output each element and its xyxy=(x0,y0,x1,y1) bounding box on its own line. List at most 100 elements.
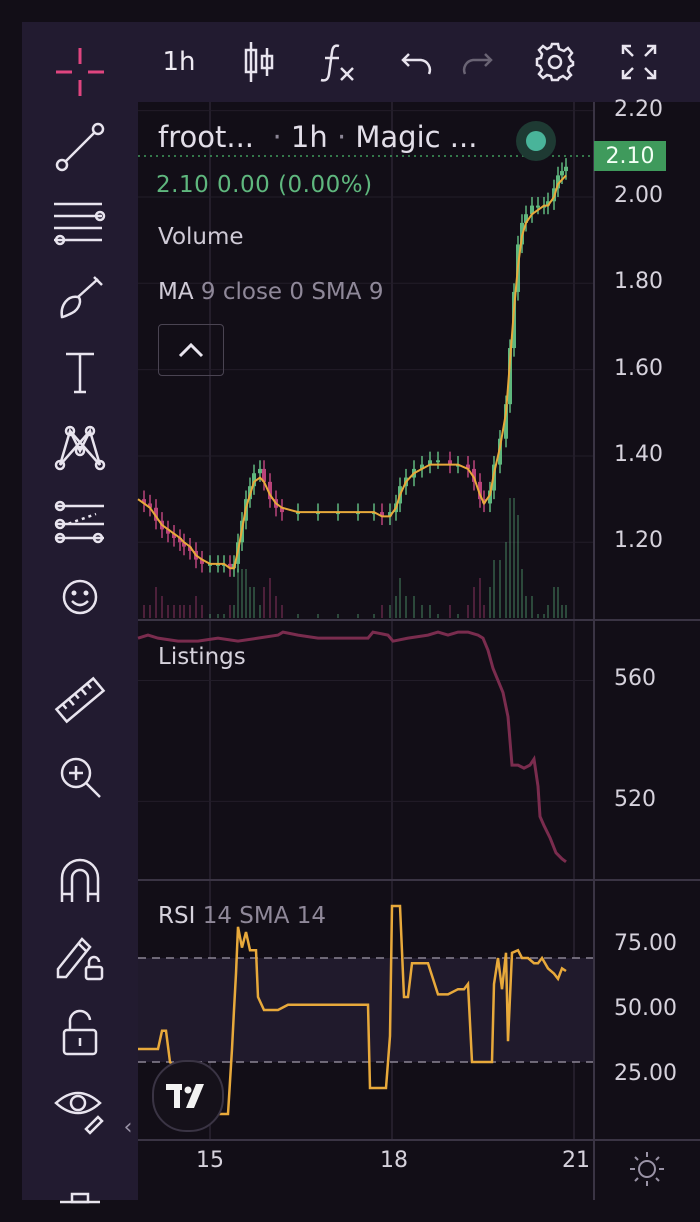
volume-bar xyxy=(241,569,243,618)
volume-bar xyxy=(449,605,451,618)
volume-bar xyxy=(437,614,439,618)
legend-separator: · xyxy=(263,120,282,154)
volume-bar xyxy=(505,542,507,618)
volume-bar xyxy=(395,596,397,618)
volume-bar xyxy=(547,605,549,618)
volume-bar xyxy=(297,614,299,618)
symbol-name: froot... xyxy=(158,120,255,154)
candle-body xyxy=(258,468,262,474)
volume-bar xyxy=(499,560,501,618)
tradingview-logo-icon xyxy=(166,1084,204,1108)
candle-body xyxy=(536,205,540,208)
scale-settings-button[interactable] xyxy=(628,1150,666,1192)
rsi-params: 14 SMA 14 xyxy=(202,903,327,929)
volume-bar xyxy=(217,614,219,618)
sun-icon xyxy=(630,1152,664,1186)
volume-bar xyxy=(233,605,235,618)
volume-bar xyxy=(479,578,481,618)
y-tick-label: 50.00 xyxy=(614,996,677,1021)
volume-bar xyxy=(179,605,181,618)
volume-bar xyxy=(421,605,423,618)
volume-bar xyxy=(521,569,523,618)
volume-bar xyxy=(357,614,359,618)
volume-bar xyxy=(223,614,225,618)
volume-bar xyxy=(281,605,283,618)
volume-bar xyxy=(269,578,271,618)
volume-bar xyxy=(381,605,383,618)
volume-bar xyxy=(399,578,401,618)
ma-legend[interactable]: MA 9 close 0 SMA 9 xyxy=(158,279,383,305)
volume-bar xyxy=(467,605,469,618)
volume-bar xyxy=(493,560,495,618)
volume-bar xyxy=(237,569,239,618)
volume-bar xyxy=(259,605,261,618)
market-status-dot[interactable] xyxy=(516,121,556,161)
volume-bar xyxy=(389,605,391,618)
y-tick-label: 25.00 xyxy=(614,1061,677,1086)
volume-bar xyxy=(457,614,459,618)
y-tick-label: 1.60 xyxy=(614,355,663,381)
y-tick-label: 1.20 xyxy=(614,528,663,554)
volume-bar xyxy=(245,569,247,618)
volume-bar xyxy=(155,587,157,618)
volume-bar xyxy=(249,587,251,618)
ma-params: 9 close 0 SMA 9 xyxy=(200,279,384,305)
volume-bar xyxy=(557,587,559,618)
volume-bars xyxy=(143,498,567,618)
price-badge: 2.10 xyxy=(594,141,666,171)
symbol-interval: 1h xyxy=(290,120,328,154)
volume-bar xyxy=(531,596,533,618)
volume-legend[interactable]: Volume xyxy=(158,224,244,250)
y-tick-label: 75.00 xyxy=(614,931,677,956)
legend-collapse-button[interactable]: ^ xyxy=(158,324,224,376)
volume-bar xyxy=(413,596,415,618)
market-status-dot-inner xyxy=(526,131,546,151)
listings-legend[interactable]: Listings xyxy=(158,644,246,670)
volume-bar xyxy=(253,587,255,618)
volume-bar xyxy=(201,605,203,618)
volume-bar xyxy=(543,614,545,618)
volume-bar xyxy=(517,515,519,618)
volume-bar xyxy=(149,605,151,618)
rsi-label: RSI xyxy=(158,903,196,929)
x-tick-label: 15 xyxy=(196,1148,224,1173)
volume-bar xyxy=(513,498,515,618)
volume-bar xyxy=(189,605,191,618)
volume-bar xyxy=(483,605,485,618)
volume-bar xyxy=(373,614,375,618)
volume-bar xyxy=(209,614,211,618)
ma-label: MA xyxy=(158,279,194,305)
volume-bar xyxy=(405,596,407,618)
volume-bar xyxy=(429,605,431,618)
volume-bar xyxy=(509,498,511,618)
rsi-legend[interactable]: RSI 14 SMA 14 xyxy=(158,903,326,929)
candle-body xyxy=(436,460,440,463)
volume-bar xyxy=(275,596,277,618)
chevron-up-icon xyxy=(178,342,204,358)
rsi-band xyxy=(138,957,594,1063)
volume-bar xyxy=(167,605,169,618)
volume-bar xyxy=(525,596,527,618)
tradingview-logo-button[interactable] xyxy=(152,1060,224,1132)
volume-bar xyxy=(561,605,563,618)
volume-bar xyxy=(553,587,555,618)
rsi-band-fill xyxy=(138,958,594,1062)
volume-bar xyxy=(473,587,475,618)
symbol-legend[interactable]: froot... · 1h · Magic ... xyxy=(158,120,477,154)
volume-bar xyxy=(565,605,567,618)
y-tick-label: 520 xyxy=(614,787,656,813)
y-tick-label: 2.00 xyxy=(614,182,663,208)
price-change: 2.10 0.00 (0.00%) xyxy=(156,172,373,198)
candle-body xyxy=(564,166,568,172)
y-tick-label: 1.40 xyxy=(614,441,663,467)
symbol-exchange: Magic ... xyxy=(355,120,478,154)
volume-bar xyxy=(183,605,185,618)
volume-bar xyxy=(161,596,163,618)
volume-bar xyxy=(195,596,197,618)
volume-bar xyxy=(337,614,339,618)
y-tick-label: 560 xyxy=(614,666,656,692)
volume-bar xyxy=(489,587,491,618)
legend-separator-2: · xyxy=(336,120,347,154)
x-tick-label: 18 xyxy=(380,1148,408,1173)
x-tick-label: 21 xyxy=(562,1148,590,1173)
